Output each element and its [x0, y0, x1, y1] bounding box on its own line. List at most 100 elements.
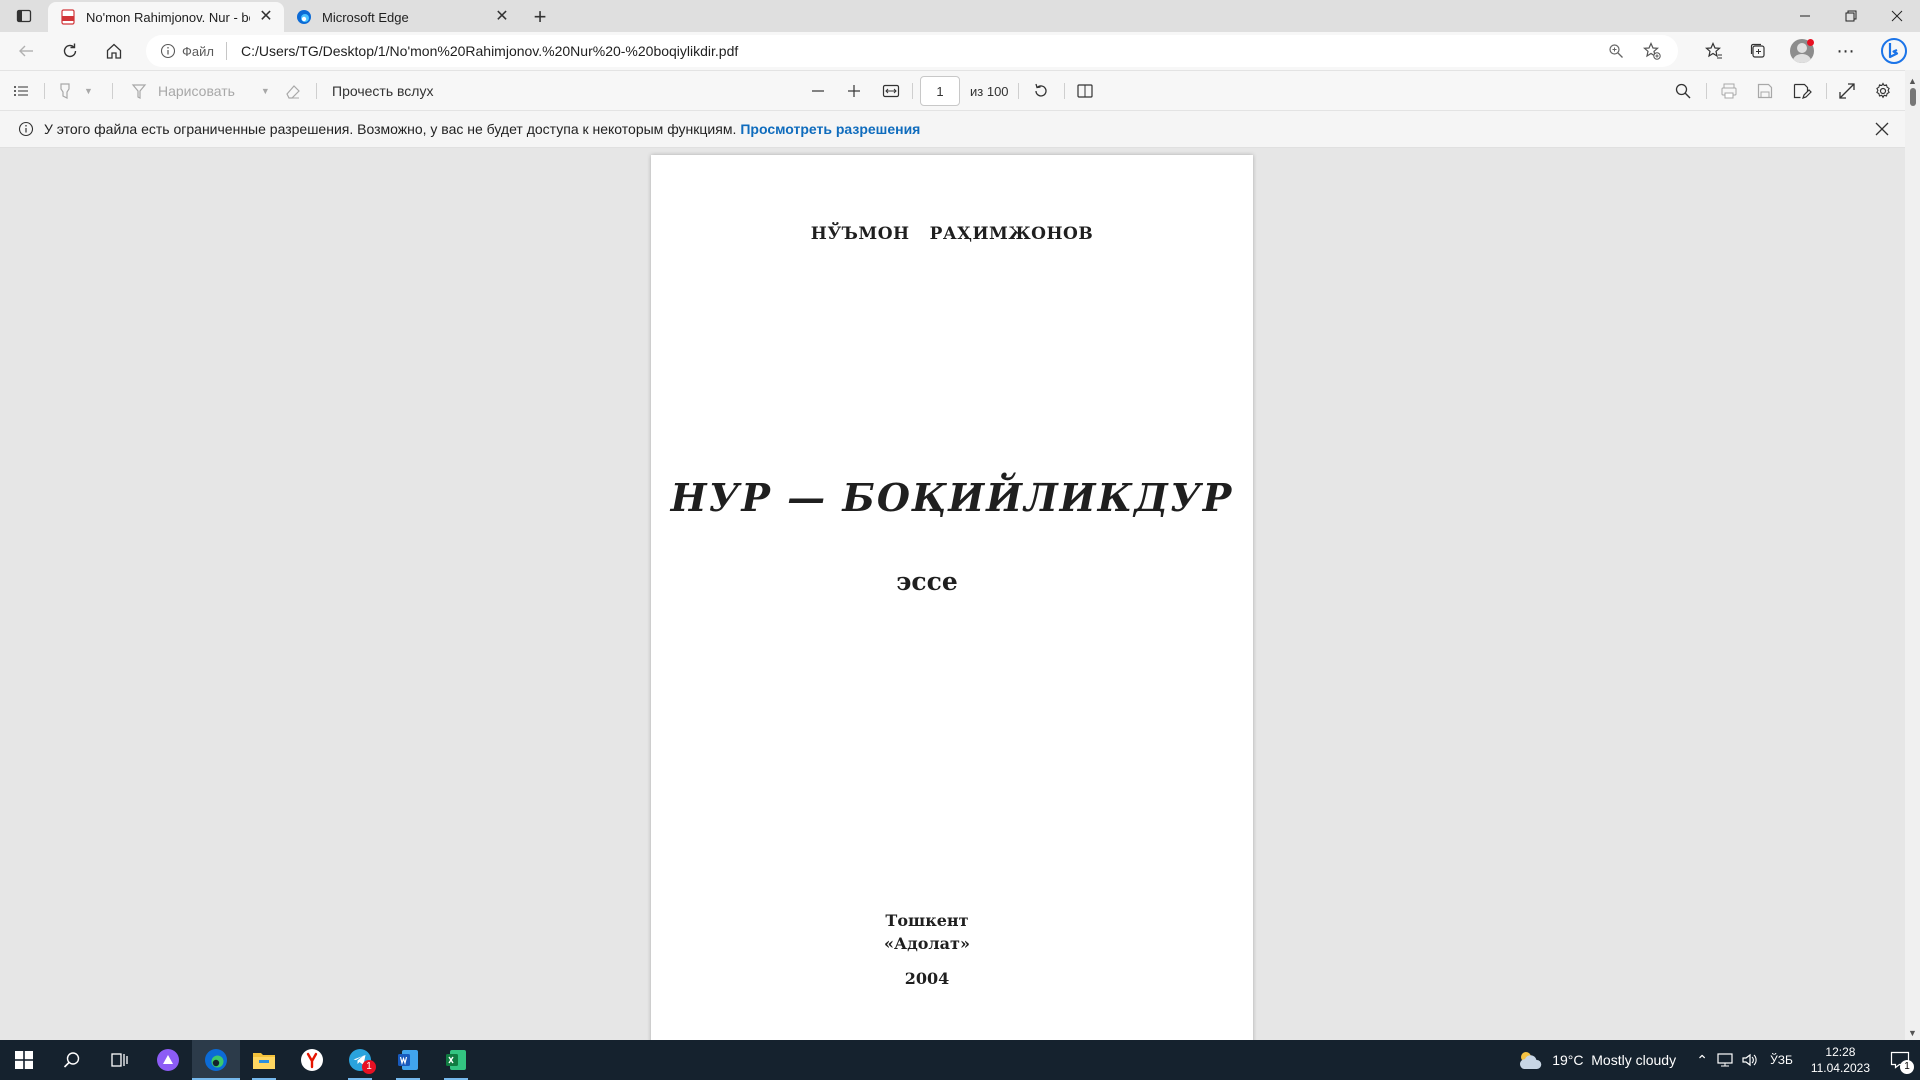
collections-button[interactable] [1736, 32, 1780, 70]
url-text[interactable]: C:/Users/TG/Desktop/1/No'mon%20Rahimjono… [241, 43, 738, 59]
scroll-down-arrow-icon[interactable]: ▼ [1908, 1028, 1917, 1038]
excel-icon [446, 1050, 466, 1070]
weather-widget[interactable]: 19°C Mostly cloudy [1516, 1049, 1676, 1071]
pdf-settings-button[interactable] [1874, 71, 1892, 111]
save-as-icon [1793, 83, 1812, 99]
taskbar-edge-button[interactable] [192, 1040, 240, 1080]
windows-taskbar: 1 19°C Mostly cloudy ⌃ ЎЗБ 12:28 11.04.2… [0, 1040, 1920, 1080]
close-info-bar-button[interactable] [1873, 120, 1891, 138]
author-last-name: РАҲИМЖОНОВ [929, 224, 1094, 244]
tab-actions-button[interactable] [0, 0, 48, 32]
ethernet-network-icon [1717, 1053, 1733, 1067]
scrollbar-thumb[interactable] [1910, 88, 1916, 106]
bing-copilot-button[interactable] [1868, 32, 1920, 70]
cloudy-weather-icon [1520, 1052, 1542, 1069]
back-arrow-icon [19, 45, 33, 57]
fit-width-icon [882, 84, 900, 98]
view-permissions-link[interactable]: Просмотреть разрешения [740, 121, 920, 137]
erase-button[interactable] [284, 71, 302, 111]
taskbar-word-button[interactable] [384, 1040, 432, 1080]
rotate-icon [1035, 83, 1047, 97]
toolbar-divider [1826, 83, 1827, 99]
save-button[interactable] [1756, 71, 1774, 111]
search-button[interactable] [48, 1040, 96, 1080]
vertical-scrollbar[interactable]: ▲ ▼ [1905, 70, 1920, 1040]
profile-notification-dot [1807, 39, 1814, 46]
profile-button[interactable] [1780, 32, 1824, 70]
settings-and-more-button[interactable]: ⋯ [1824, 32, 1868, 70]
rotate-button[interactable] [1032, 71, 1050, 111]
read-aloud-button[interactable]: Прочесть вслух [332, 71, 433, 111]
scroll-up-arrow-icon[interactable]: ▲ [1908, 76, 1917, 86]
fit-to-width-button[interactable] [882, 71, 900, 111]
back-button[interactable] [8, 35, 44, 67]
minus-icon [812, 90, 824, 92]
volume-button[interactable] [1738, 1040, 1762, 1080]
input-language-indicator[interactable]: ЎЗБ [1770, 1053, 1793, 1067]
clock[interactable]: 12:28 11.04.2023 [1811, 1044, 1870, 1076]
zoom-in-button[interactable] [846, 71, 862, 111]
show-hidden-icons-button[interactable]: ⌃ [1690, 1040, 1714, 1080]
info-bar-message: У этого файла есть ограниченные разрешен… [44, 121, 737, 137]
page-view-button[interactable] [1076, 71, 1094, 111]
close-window-button[interactable] [1874, 0, 1920, 32]
chevron-down-icon: ▼ [260, 86, 270, 96]
taskbar-yandex-browser-button[interactable] [288, 1040, 336, 1080]
close-tab-icon[interactable]: ✕ [494, 9, 510, 25]
fullscreen-button[interactable] [1838, 71, 1856, 111]
site-info-button[interactable]: Файл [160, 42, 241, 60]
refresh-icon [63, 43, 77, 58]
page-number-field[interactable]: 1 [920, 71, 960, 111]
highlight-button[interactable]: ▼ [56, 71, 93, 111]
close-icon [1891, 10, 1903, 22]
minimize-icon [1800, 15, 1810, 17]
system-tray: 19°C Mostly cloudy ⌃ ЎЗБ 12:28 11.04.202… [1516, 1040, 1920, 1080]
restore-button[interactable] [1828, 0, 1874, 32]
save-as-button[interactable] [1792, 71, 1812, 111]
zoom-out-button[interactable] [810, 71, 826, 111]
notification-center-button[interactable]: 1 [1880, 1040, 1920, 1080]
clock-date: 11.04.2023 [1810, 1061, 1870, 1075]
home-icon [106, 43, 122, 59]
edge-logo-icon [205, 1049, 227, 1071]
tab-pdf-document[interactable]: No'mon Rahimjonov. Nur - boqiylikdir.pdf… [48, 2, 284, 32]
start-button[interactable] [0, 1040, 48, 1080]
edge-logo-icon [297, 10, 311, 24]
page-number-input[interactable]: 1 [920, 76, 960, 106]
taskbar-telegram-button[interactable]: 1 [336, 1040, 384, 1080]
browser-toolbar: ⋯ [1692, 32, 1920, 70]
minimize-button[interactable] [1782, 0, 1828, 32]
new-tab-button[interactable]: + [524, 2, 556, 32]
yandex-browser-icon [301, 1049, 323, 1071]
favorites-star-icon [1705, 42, 1722, 59]
refresh-button[interactable] [52, 35, 88, 67]
tab-microsoft-edge[interactable]: Microsoft Edge ✕ [284, 2, 520, 32]
print-button[interactable] [1720, 71, 1738, 111]
pdf-viewer[interactable]: НЎЪМОН РАҲИМЖОНОВ НУР — БОҚИЙЛИКДУР эссе … [0, 148, 1905, 1040]
toolbar-divider [112, 83, 113, 99]
navigation-bar: Файл C:/Users/TG/Desktop/1/No'mon%20Rahi… [0, 32, 1920, 70]
favorites-button[interactable] [1692, 32, 1736, 70]
add-favorite-button[interactable] [1634, 35, 1670, 67]
contents-button[interactable] [12, 71, 30, 111]
page-view-icon [1077, 84, 1093, 98]
draw-button[interactable]: Нарисовать ▼ [130, 71, 270, 111]
toolbar-divider [1706, 83, 1707, 99]
plus-icon [848, 85, 860, 97]
home-button[interactable] [96, 35, 132, 67]
alice-assistant-button[interactable] [144, 1040, 192, 1080]
network-button[interactable] [1714, 1040, 1738, 1080]
zoom-button[interactable] [1598, 35, 1634, 67]
eraser-icon [286, 85, 300, 99]
draw-pen-icon [131, 84, 147, 99]
pdf-page: НЎЪМОН РАҲИМЖОНОВ НУР — БОҚИЙЛИКДУР эссе … [651, 155, 1253, 1040]
task-view-button[interactable] [96, 1040, 144, 1080]
find-button[interactable] [1674, 71, 1692, 111]
address-bar[interactable]: Файл C:/Users/TG/Desktop/1/No'mon%20Rahi… [146, 35, 1678, 67]
publisher-name: «Адолат» [884, 934, 970, 953]
plus-icon: + [533, 4, 547, 29]
taskbar-file-explorer-button[interactable] [240, 1040, 288, 1080]
alice-assistant-icon [157, 1049, 179, 1071]
close-tab-icon[interactable]: ✕ [258, 9, 274, 25]
taskbar-excel-button[interactable] [432, 1040, 480, 1080]
